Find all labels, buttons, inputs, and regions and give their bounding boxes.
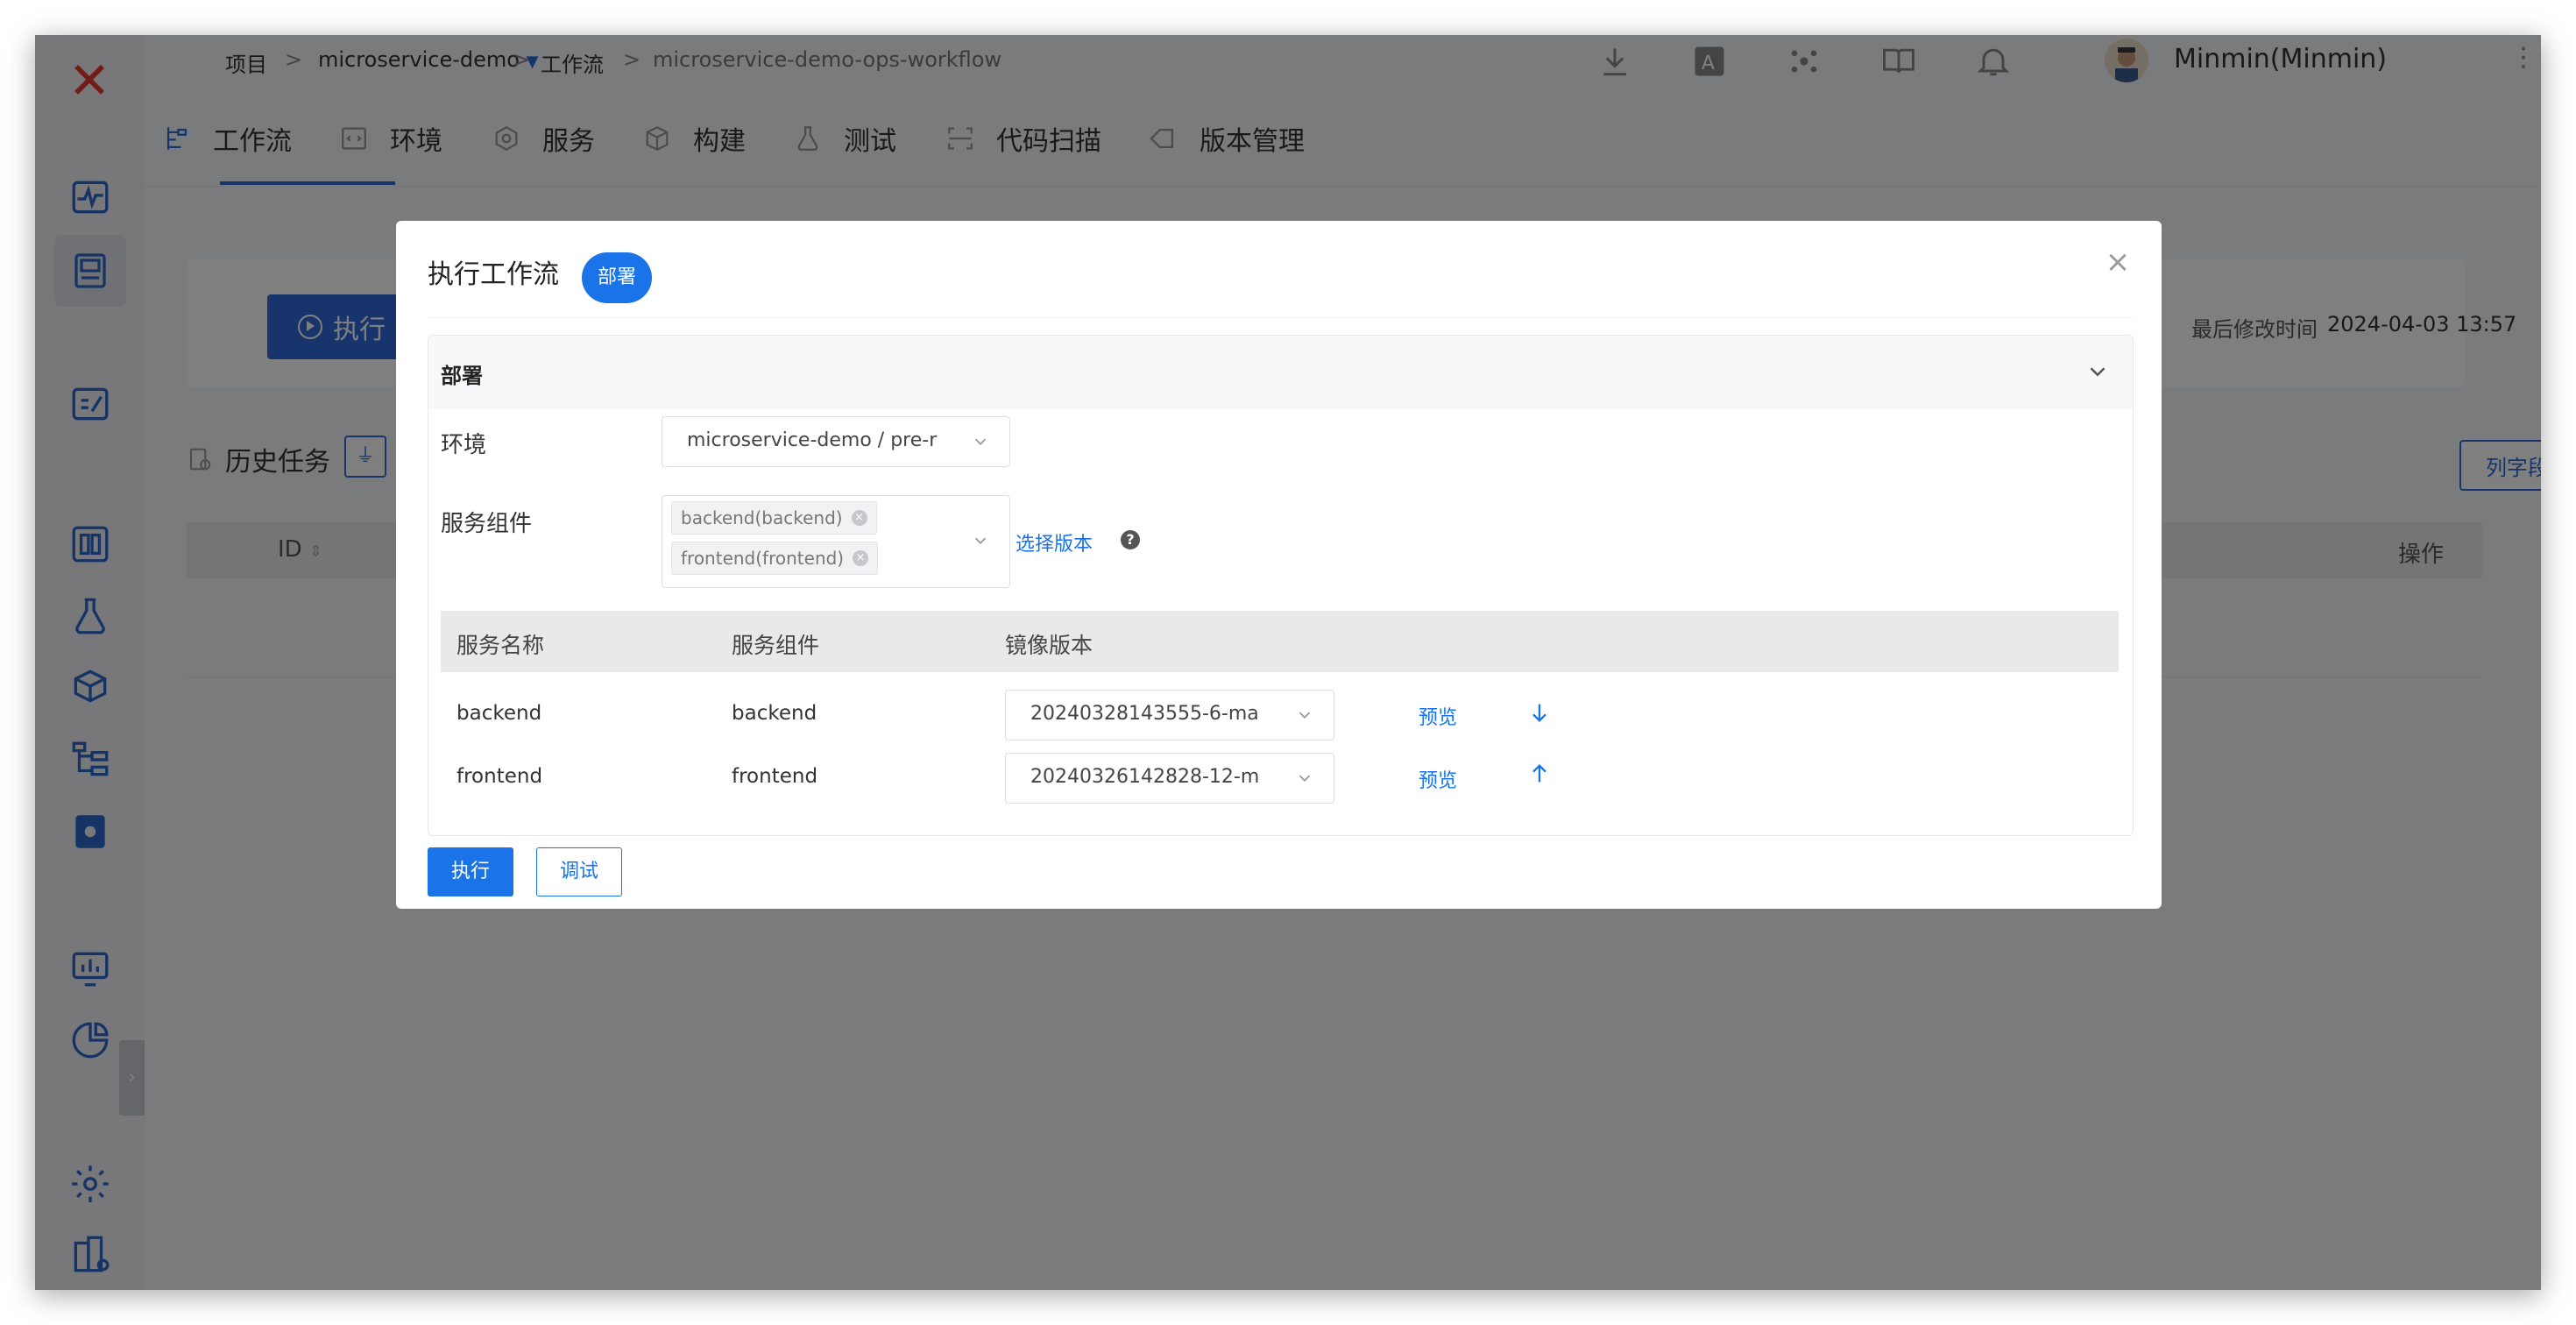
remove-tag-icon[interactable]: ×: [851, 510, 867, 526]
env-select[interactable]: microservice-demo / pre-r: [662, 416, 1010, 467]
arrow-down-icon[interactable]: [1527, 700, 1552, 725]
help-icon[interactable]: ?: [1121, 530, 1140, 549]
chevron-down-icon: [971, 432, 990, 451]
chevron-down-icon: [971, 531, 990, 550]
remove-tag-icon[interactable]: ×: [853, 550, 869, 566]
component-tag: frontend(frontend) ×: [671, 542, 879, 575]
workflow-type-badge: 部署: [582, 252, 652, 303]
chevron-down-icon: [2084, 358, 2111, 385]
section-title: 部署: [441, 364, 483, 388]
modal-divider: [428, 317, 2132, 318]
preview-link[interactable]: 预览: [1419, 702, 1457, 730]
components-multiselect[interactable]: backend(backend) × frontend(frontend) ×: [662, 495, 1010, 588]
component-cell: frontend: [732, 765, 818, 788]
env-label: 环境: [441, 432, 487, 458]
deploy-section-header[interactable]: 部署: [428, 336, 2133, 409]
column-service-name: 服务名称: [456, 633, 545, 658]
deploy-section: 部署 环境 microservice-demo / pre-r 服务组件 bac…: [428, 335, 2134, 836]
select-version-link[interactable]: 选择版本: [1016, 528, 1093, 556]
service-table-header: 服务名称 服务组件 镜像版本: [441, 611, 2119, 672]
debug-button[interactable]: 调试: [536, 847, 622, 896]
execute-button[interactable]: 执行: [428, 847, 513, 896]
service-name-cell: backend: [456, 702, 542, 725]
chevron-down-icon: [1295, 769, 1314, 788]
image-version-select[interactable]: 20240328143555-6-ma: [1005, 690, 1334, 740]
modal-title: 执行工作流: [428, 259, 559, 290]
close-icon[interactable]: ×: [2103, 247, 2133, 277]
preview-link[interactable]: 预览: [1419, 765, 1457, 793]
image-version-select[interactable]: 20240326142828-12-m: [1005, 753, 1334, 804]
service-name-cell: frontend: [456, 765, 543, 788]
components-label: 服务组件: [441, 511, 533, 537]
column-image-version: 镜像版本: [1005, 633, 1093, 658]
chevron-down-icon: [1295, 705, 1314, 725]
component-cell: backend: [732, 702, 817, 725]
execute-workflow-modal: 执行工作流 部署 × 部署 环境 microservice-demo / pre…: [396, 221, 2162, 909]
app-window: ✕ ›: [35, 35, 2541, 1290]
component-tag: backend(backend) ×: [671, 501, 877, 535]
arrow-up-icon[interactable]: [1527, 762, 1552, 786]
column-component: 服务组件: [732, 633, 820, 658]
